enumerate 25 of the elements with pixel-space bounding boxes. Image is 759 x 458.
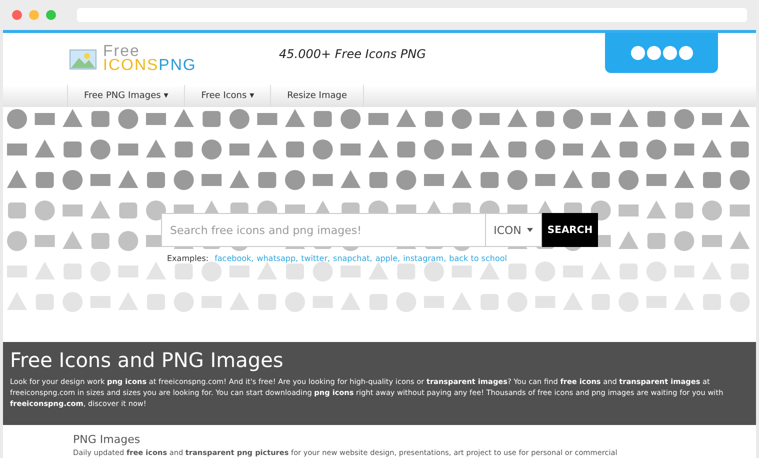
logo-text: PNG — [158, 59, 196, 73]
example-link[interactable]: snapchat, — [333, 254, 372, 263]
search-field[interactable]: Search free icons and png images! — [161, 213, 485, 247]
example-link[interactable]: twitter, — [301, 254, 330, 263]
nav-link[interactable]: Free PNG Images ▾ — [67, 85, 184, 107]
intro-title: Free Icons and PNG Images — [10, 348, 284, 372]
close-dot[interactable] — [12, 10, 22, 20]
minimize-dot[interactable] — [29, 10, 39, 20]
examples-label: Examples: — [167, 254, 209, 263]
search-button[interactable]: SEARCH — [542, 213, 598, 247]
example-link[interactable]: apple, — [375, 254, 400, 263]
caret-icon — [527, 228, 534, 232]
example-link[interactable]: back to school — [449, 254, 507, 263]
example-link[interactable]: instagram, — [403, 254, 446, 263]
logo-text: Free — [103, 45, 140, 59]
nav-link[interactable]: Free Icons ▾ — [184, 85, 270, 107]
example-link[interactable]: whatsapp, — [256, 254, 298, 263]
maximize-dot[interactable] — [46, 10, 56, 20]
logo-text: ICONS — [103, 59, 159, 73]
landscape-logo-icon — [69, 47, 99, 71]
nav-link[interactable]: Resize Image — [270, 85, 364, 107]
example-link[interactable]: facebook, — [214, 254, 254, 263]
type-select[interactable]: ICON — [485, 213, 542, 247]
section-title: PNG Images — [73, 433, 142, 446]
tagline: 45.000+ Free Icons PNG — [279, 47, 426, 61]
